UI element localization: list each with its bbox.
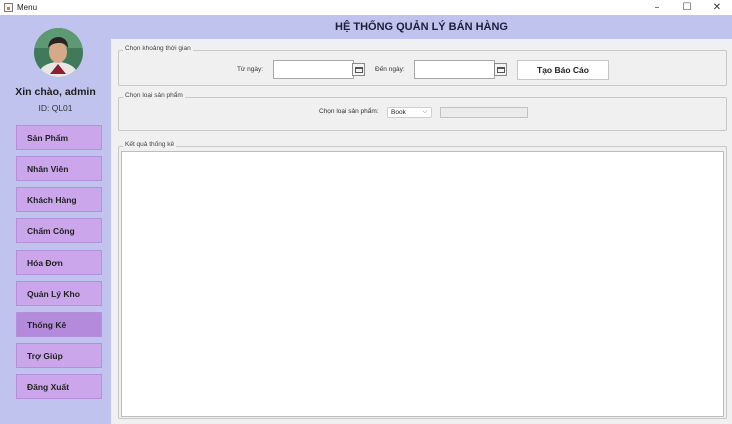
time-range-legend: Chọn khoảng thời gian (123, 45, 193, 52)
product-type-group: Chọn loại sản phẩm Chọn loại sản phẩm: B… (118, 92, 727, 131)
from-date-label: Từ ngày: (237, 66, 264, 73)
nav-button-quan-ly-kho[interactable]: Quản Lý Kho (16, 281, 102, 306)
to-date-input[interactable] (414, 60, 495, 79)
nav-button-nhan-vien[interactable]: Nhân Viên (16, 156, 102, 181)
minimize-button[interactable]: – (642, 0, 672, 15)
page-title: HỆ THỐNG QUẢN LÝ BÁN HÀNG (111, 15, 732, 39)
product-type-selected-value: Book (391, 109, 406, 116)
create-report-button[interactable]: Tạo Báo Cáo (517, 60, 609, 80)
to-date-label: Đến ngày: (375, 66, 405, 73)
greeting-text: Xin chào, admin (15, 86, 96, 98)
user-id-text: ID: QL01 (38, 103, 73, 113)
sidebar: Xin chào, admin ID: QL01 Sản Phẩm Nhân V… (0, 15, 111, 424)
window-title-bar: Menu – ☐ ✕ (0, 0, 732, 15)
from-date-calendar-button[interactable] (352, 63, 365, 76)
maximize-button[interactable]: ☐ (672, 0, 702, 15)
calendar-icon (496, 66, 505, 73)
from-date-input[interactable] (273, 60, 354, 79)
nav-button-cham-cong[interactable]: Chấm Công (16, 218, 102, 243)
nav-button-dang-xuat[interactable]: Đăng Xuất (16, 374, 102, 399)
product-type-label: Chọn loại sản phẩm: (319, 108, 379, 115)
product-type-select[interactable]: Book ⌵ (387, 107, 432, 118)
nav-button-khach-hang[interactable]: Khách Hàng (16, 187, 102, 212)
product-type-legend: Chọn loại sản phẩm (123, 92, 185, 99)
window-controls: – ☐ ✕ (642, 0, 732, 15)
results-group: Kết quả thống kê (118, 141, 727, 419)
chevron-down-icon: ⌵ (422, 109, 427, 115)
nav-button-thong-ke[interactable]: Thống Kê (16, 312, 102, 337)
results-area[interactable] (121, 151, 724, 417)
app-icon (4, 3, 13, 12)
nav-button-hoa-don[interactable]: Hóa Đơn (16, 250, 102, 275)
main-panel: Chọn khoảng thời gian Từ ngày: Đến ngày:… (111, 39, 732, 424)
nav-button-tro-giup[interactable]: Trợ Giúp (16, 343, 102, 368)
window-title: Menu (17, 3, 38, 12)
nav-button-san-pham[interactable]: Sản Phẩm (16, 125, 102, 150)
close-button[interactable]: ✕ (702, 0, 732, 15)
calendar-icon (354, 66, 363, 73)
avatar (34, 28, 83, 77)
product-type-info-field (440, 107, 528, 118)
to-date-calendar-button[interactable] (494, 63, 507, 76)
results-legend: Kết quả thống kê (123, 141, 177, 148)
time-range-group: Chọn khoảng thời gian Từ ngày: Đến ngày:… (118, 45, 727, 86)
